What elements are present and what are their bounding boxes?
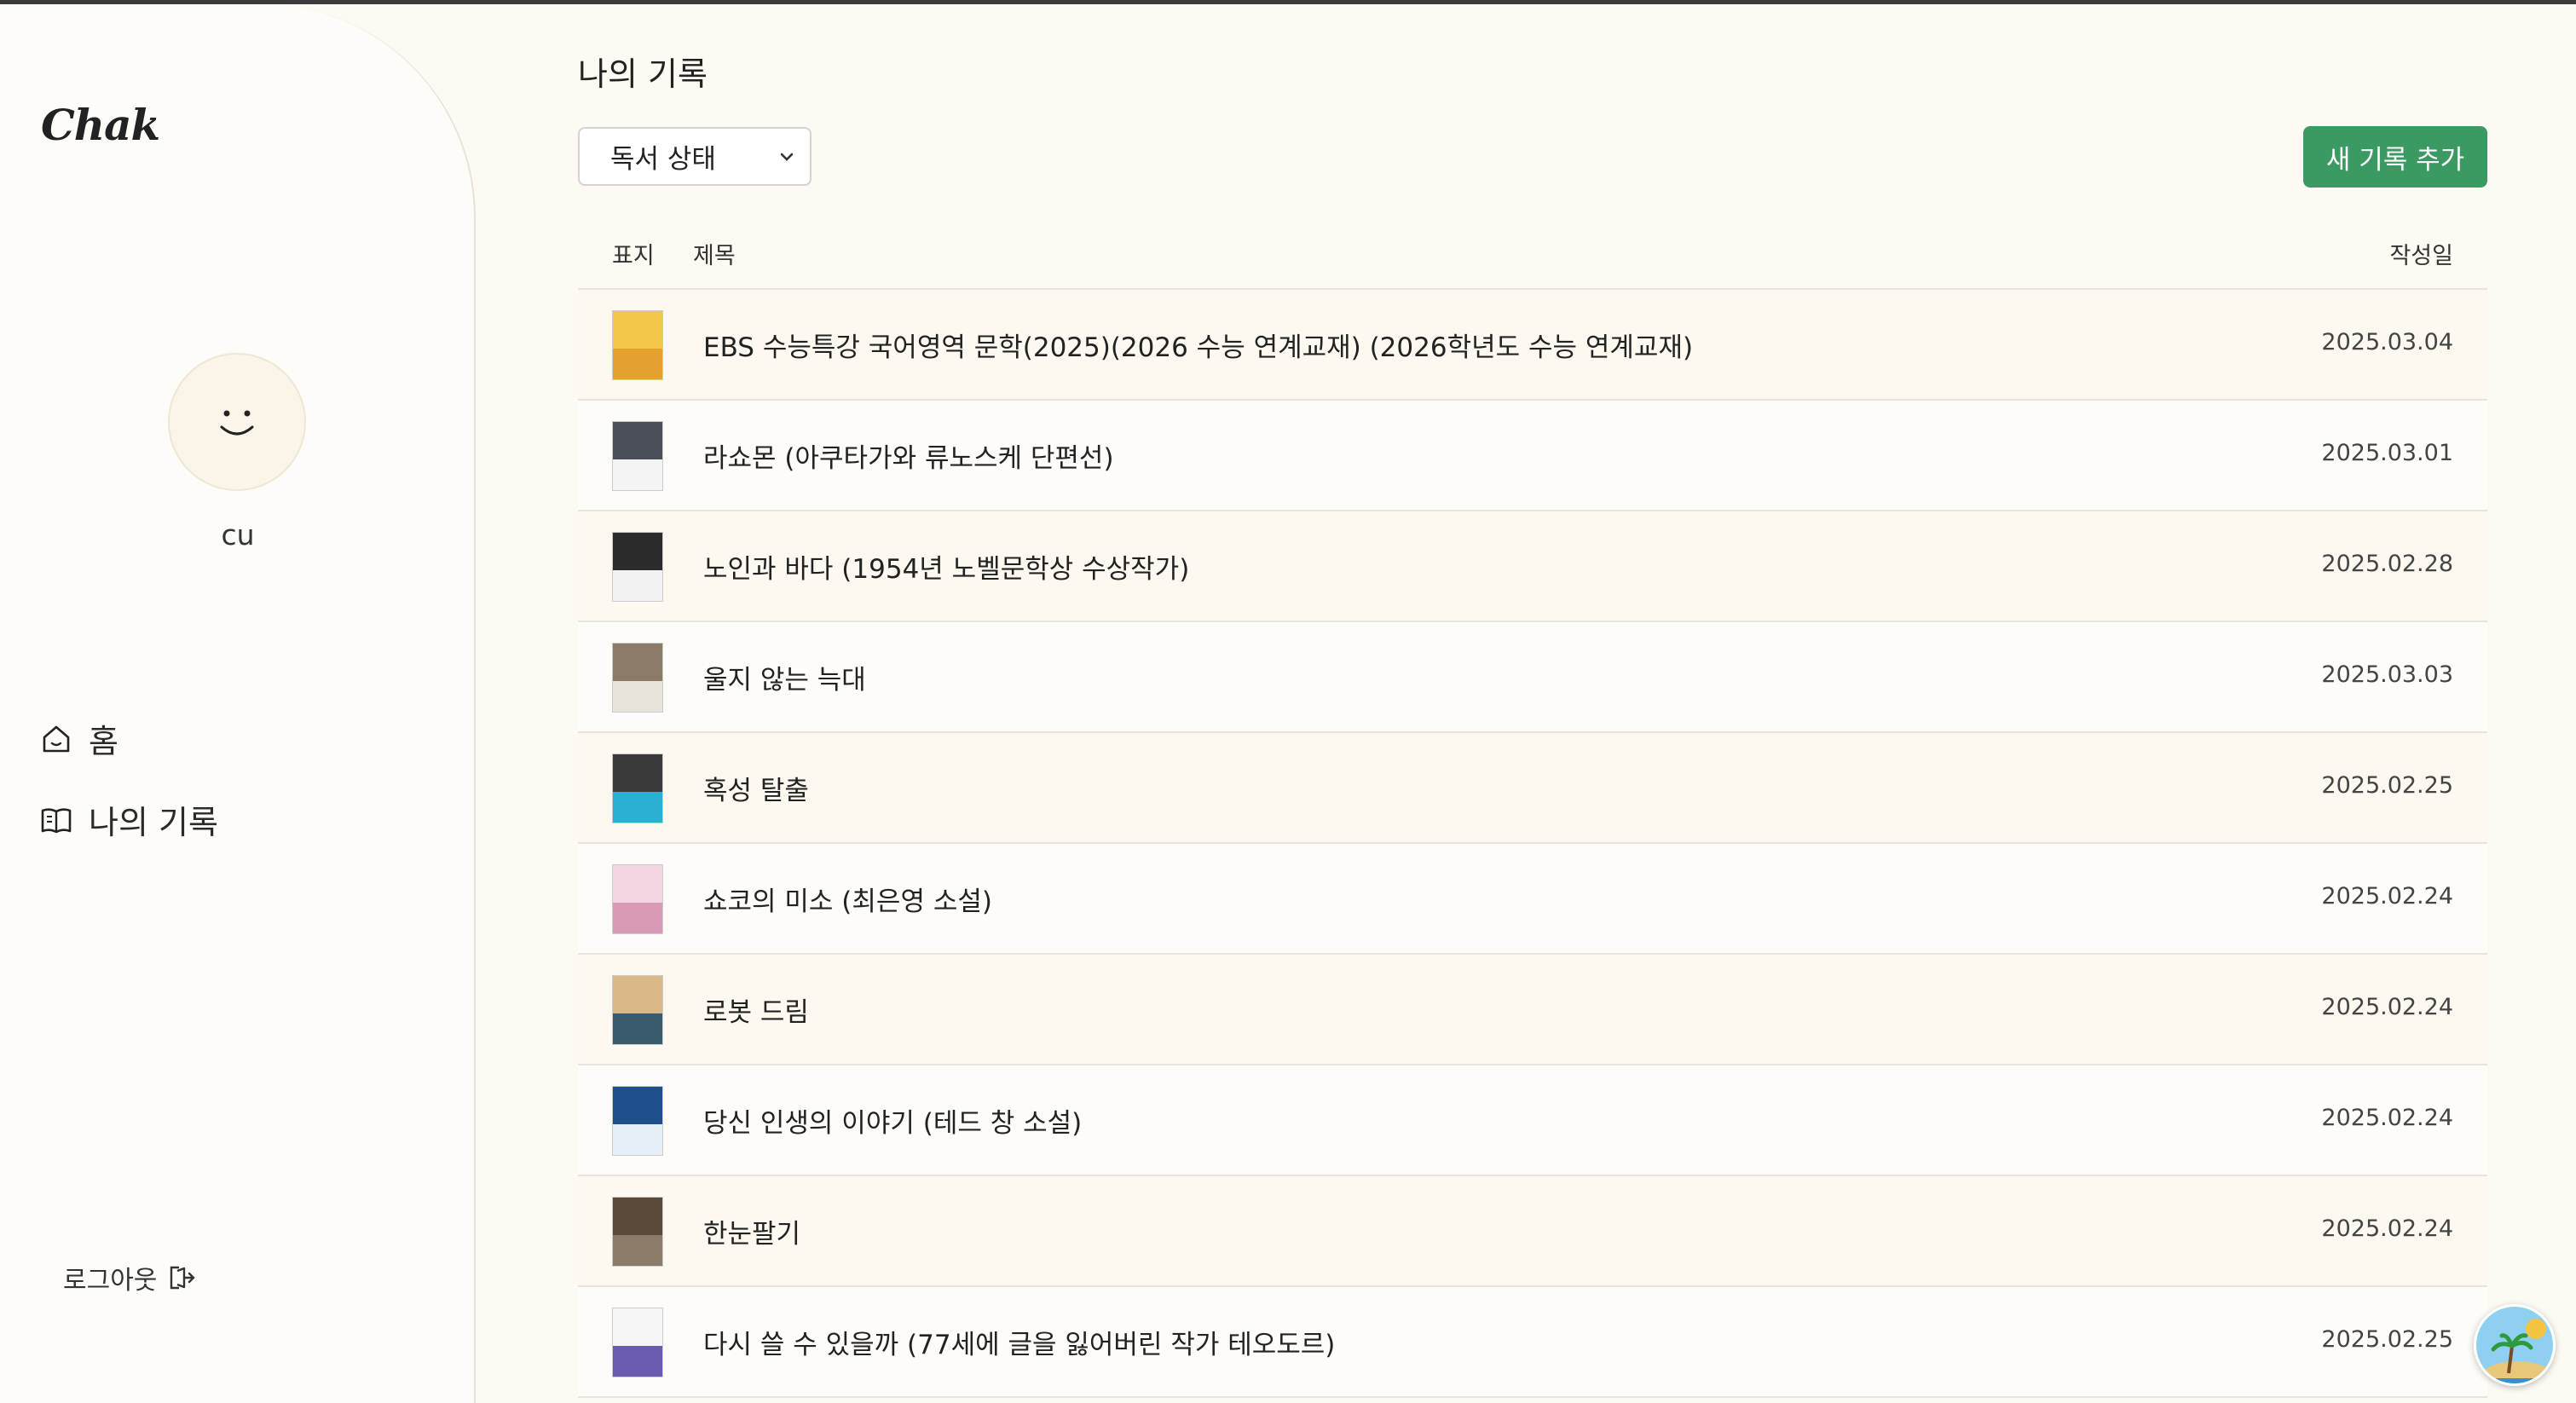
records-table: 표지 제목 작성일 EBS 수능특강 국어영역 문학(2025)(2026 수능… <box>578 220 2487 1398</box>
table-row[interactable]: 울지 않는 늑대 2025.03.03 <box>578 622 2487 733</box>
column-header-title: 제목 <box>693 243 736 269</box>
row-date: 2025.02.25 <box>2321 1326 2453 1353</box>
row-title[interactable]: 한눈팔기 <box>703 1212 800 1250</box>
table-row[interactable]: 라쇼몬 (아쿠타가와 류노스케 단편선) 2025.03.01 <box>578 401 2487 511</box>
logout-label: 로그아웃 <box>63 1266 158 1296</box>
row-date: 2025.03.01 <box>2321 440 2453 466</box>
sidebar: Chak cu 홈 나의 기록 로그아웃 <box>0 4 476 1403</box>
row-title[interactable]: 다시 쓸 수 있을까 (77세에 글을 잃어버린 작가 테오도르) <box>703 1323 1335 1361</box>
book-cover-image <box>612 310 663 380</box>
table-row[interactable]: 한눈팔기 2025.02.24 <box>578 1176 2487 1287</box>
book-cover-image <box>612 864 663 934</box>
sidebar-item-label: 홈 <box>89 723 118 760</box>
app-logo[interactable]: Chak <box>41 100 160 150</box>
page-title: 나의 기록 <box>578 55 708 93</box>
row-date: 2025.02.24 <box>2321 883 2453 909</box>
row-date: 2025.02.25 <box>2321 772 2453 799</box>
row-date: 2025.02.28 <box>2321 551 2453 577</box>
table-row[interactable]: 혹성 탈출 2025.02.25 <box>578 733 2487 844</box>
book-cover-image <box>612 975 663 1045</box>
logout-button[interactable]: 로그아웃 <box>63 1259 196 1296</box>
book-cover-image <box>612 421 663 491</box>
table-row[interactable]: EBS 수능특강 국어영역 문학(2025)(2026 수능 연계교재) (20… <box>578 290 2487 401</box>
row-date: 2025.03.03 <box>2321 661 2453 688</box>
table-header: 표지 제목 작성일 <box>578 220 2487 290</box>
logout-icon <box>170 1266 196 1290</box>
row-title[interactable]: EBS 수능특강 국어영역 문학(2025)(2026 수능 연계교재) (20… <box>703 326 1693 364</box>
row-date: 2025.02.24 <box>2321 1215 2453 1242</box>
row-title[interactable]: 혹성 탈출 <box>703 769 809 807</box>
row-title[interactable]: 라쇼몬 (아쿠타가와 류노스케 단편선) <box>703 436 1114 475</box>
row-date: 2025.02.24 <box>2321 994 2453 1020</box>
table-row[interactable]: 로봇 드림 2025.02.24 <box>578 955 2487 1065</box>
table-row[interactable]: 다시 쓸 수 있을까 (77세에 글을 잃어버린 작가 테오도르) 2025.02… <box>578 1287 2487 1398</box>
table-row[interactable]: 당신 인생의 이야기 (테드 창 소설) 2025.02.24 <box>578 1065 2487 1176</box>
column-header-date[interactable]: 작성일 <box>2389 237 2453 270</box>
book-cover-image <box>612 1308 663 1377</box>
row-date: 2025.02.24 <box>2321 1105 2453 1131</box>
row-title[interactable]: 당신 인생의 이야기 (테드 창 소설) <box>703 1101 1082 1140</box>
book-cover-image <box>612 1197 663 1267</box>
row-title[interactable]: 노인과 바다 (1954년 노벨문학상 수상작가) <box>703 547 1189 586</box>
table-row[interactable]: 노인과 바다 (1954년 노벨문학상 수상작가) 2025.02.28 <box>578 511 2487 622</box>
table-body: EBS 수능특강 국어영역 문학(2025)(2026 수능 연계교재) (20… <box>578 290 2487 1398</box>
username: cu <box>221 518 255 551</box>
row-title[interactable]: 쇼코의 미소 (최은영 소설) <box>703 880 992 918</box>
sidebar-item-my-records[interactable]: 나의 기록 <box>39 796 218 843</box>
book-cover-image <box>612 532 663 602</box>
sidebar-item-home[interactable]: 홈 <box>39 715 118 762</box>
book-cover-image <box>612 753 663 823</box>
sidebar-item-label: 나의 기록 <box>89 804 218 841</box>
island-icon <box>2476 1307 2553 1383</box>
chevron-down-icon <box>780 153 794 161</box>
table-row[interactable]: 쇼코의 미소 (최은영 소설) 2025.02.24 <box>578 844 2487 955</box>
avatar[interactable] <box>168 353 306 491</box>
reading-status-select[interactable]: 독서 상태 <box>578 127 811 186</box>
add-record-button[interactable]: 새 기록 추가 <box>2303 126 2487 188</box>
home-icon <box>43 725 70 752</box>
floating-action-button[interactable] <box>2474 1304 2556 1386</box>
book-cover-image <box>612 643 663 713</box>
top-border <box>0 0 2576 4</box>
select-value: 독서 상태 <box>610 144 716 175</box>
row-title[interactable]: 로봇 드림 <box>703 990 809 1029</box>
book-open-icon <box>41 807 72 833</box>
column-header-cover: 표지 <box>612 243 655 269</box>
row-date: 2025.03.04 <box>2321 329 2453 355</box>
smiley-icon <box>220 410 254 436</box>
row-title[interactable]: 울지 않는 늑대 <box>703 658 866 696</box>
book-cover-image <box>612 1086 663 1156</box>
